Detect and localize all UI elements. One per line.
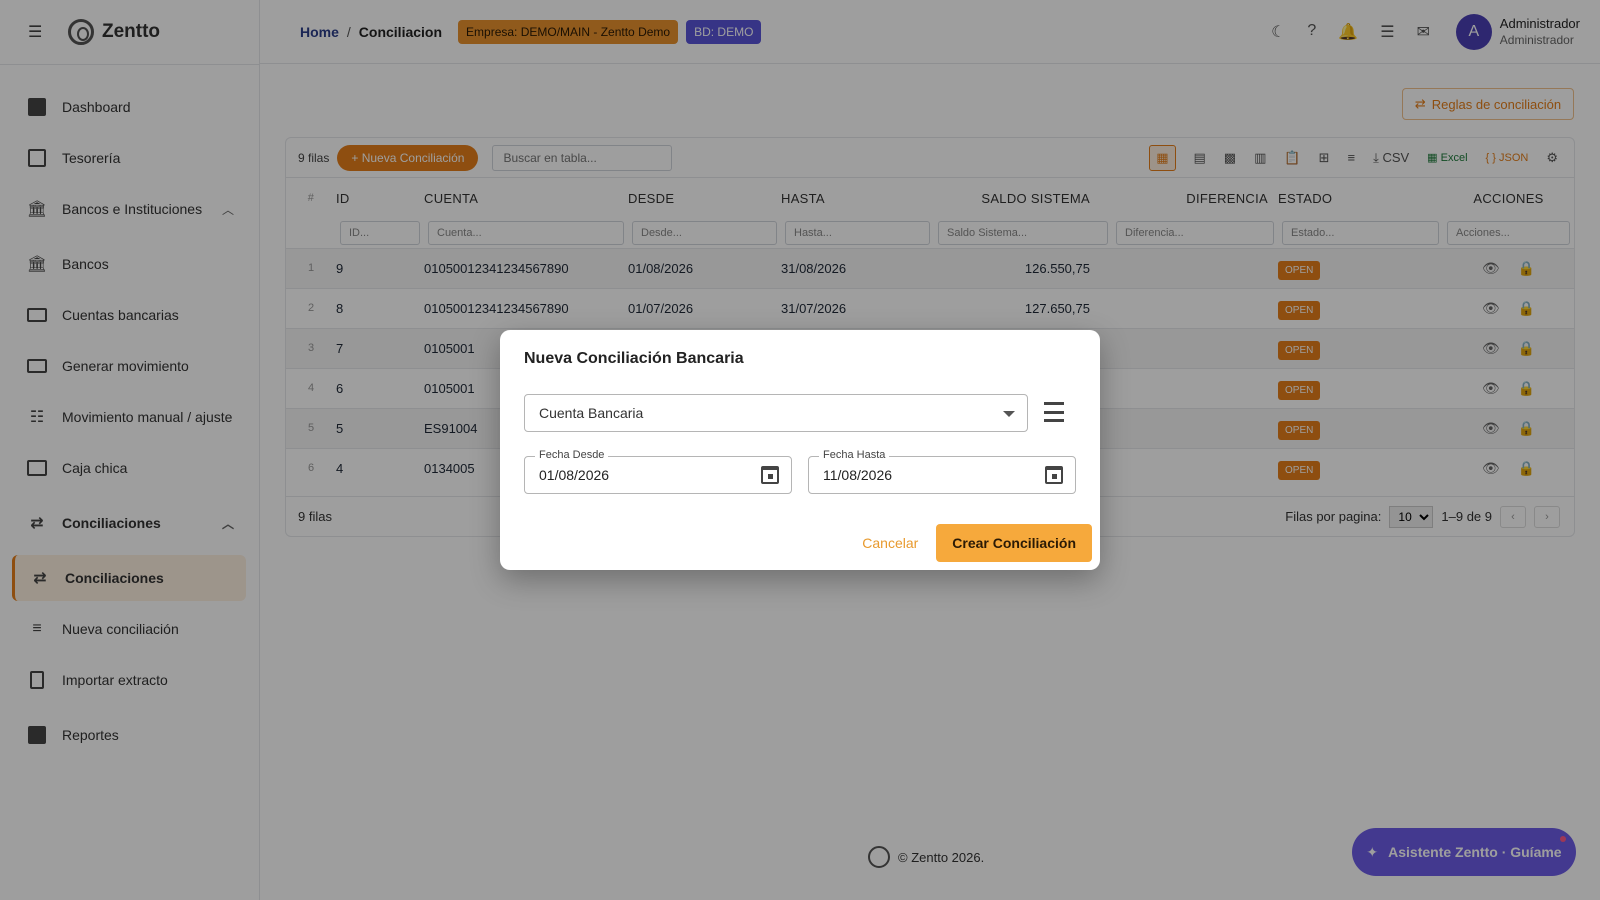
dialog-actions: Cancelar Crear Conciliación [858, 524, 1092, 562]
date-to-label: Fecha Hasta [819, 449, 890, 461]
create-reconciliation-button[interactable]: Crear Conciliación [936, 524, 1092, 562]
bank-account-select[interactable]: Cuenta Bancaria [524, 394, 1028, 432]
new-reconciliation-dialog: Nueva Conciliación Bancaria Cuenta Banca… [500, 330, 1100, 570]
dialog-title: Nueva Conciliación Bancaria [524, 350, 744, 367]
dropdown-caret-icon [1003, 411, 1015, 417]
bank-account-placeholder: Cuenta Bancaria [539, 405, 644, 421]
calendar-icon[interactable] [1045, 466, 1063, 484]
date-to-value: 11/08/2026 [823, 467, 893, 483]
account-list-icon[interactable] [1044, 402, 1064, 422]
date-from-label: Fecha Desde [535, 449, 609, 461]
date-to-field[interactable]: Fecha Hasta 11/08/2026 [808, 449, 1076, 494]
calendar-icon[interactable] [761, 466, 779, 484]
date-from-value: 01/08/2026 [539, 467, 610, 483]
cancel-button[interactable]: Cancelar [858, 527, 922, 559]
date-from-field[interactable]: Fecha Desde 01/08/2026 [524, 449, 792, 494]
